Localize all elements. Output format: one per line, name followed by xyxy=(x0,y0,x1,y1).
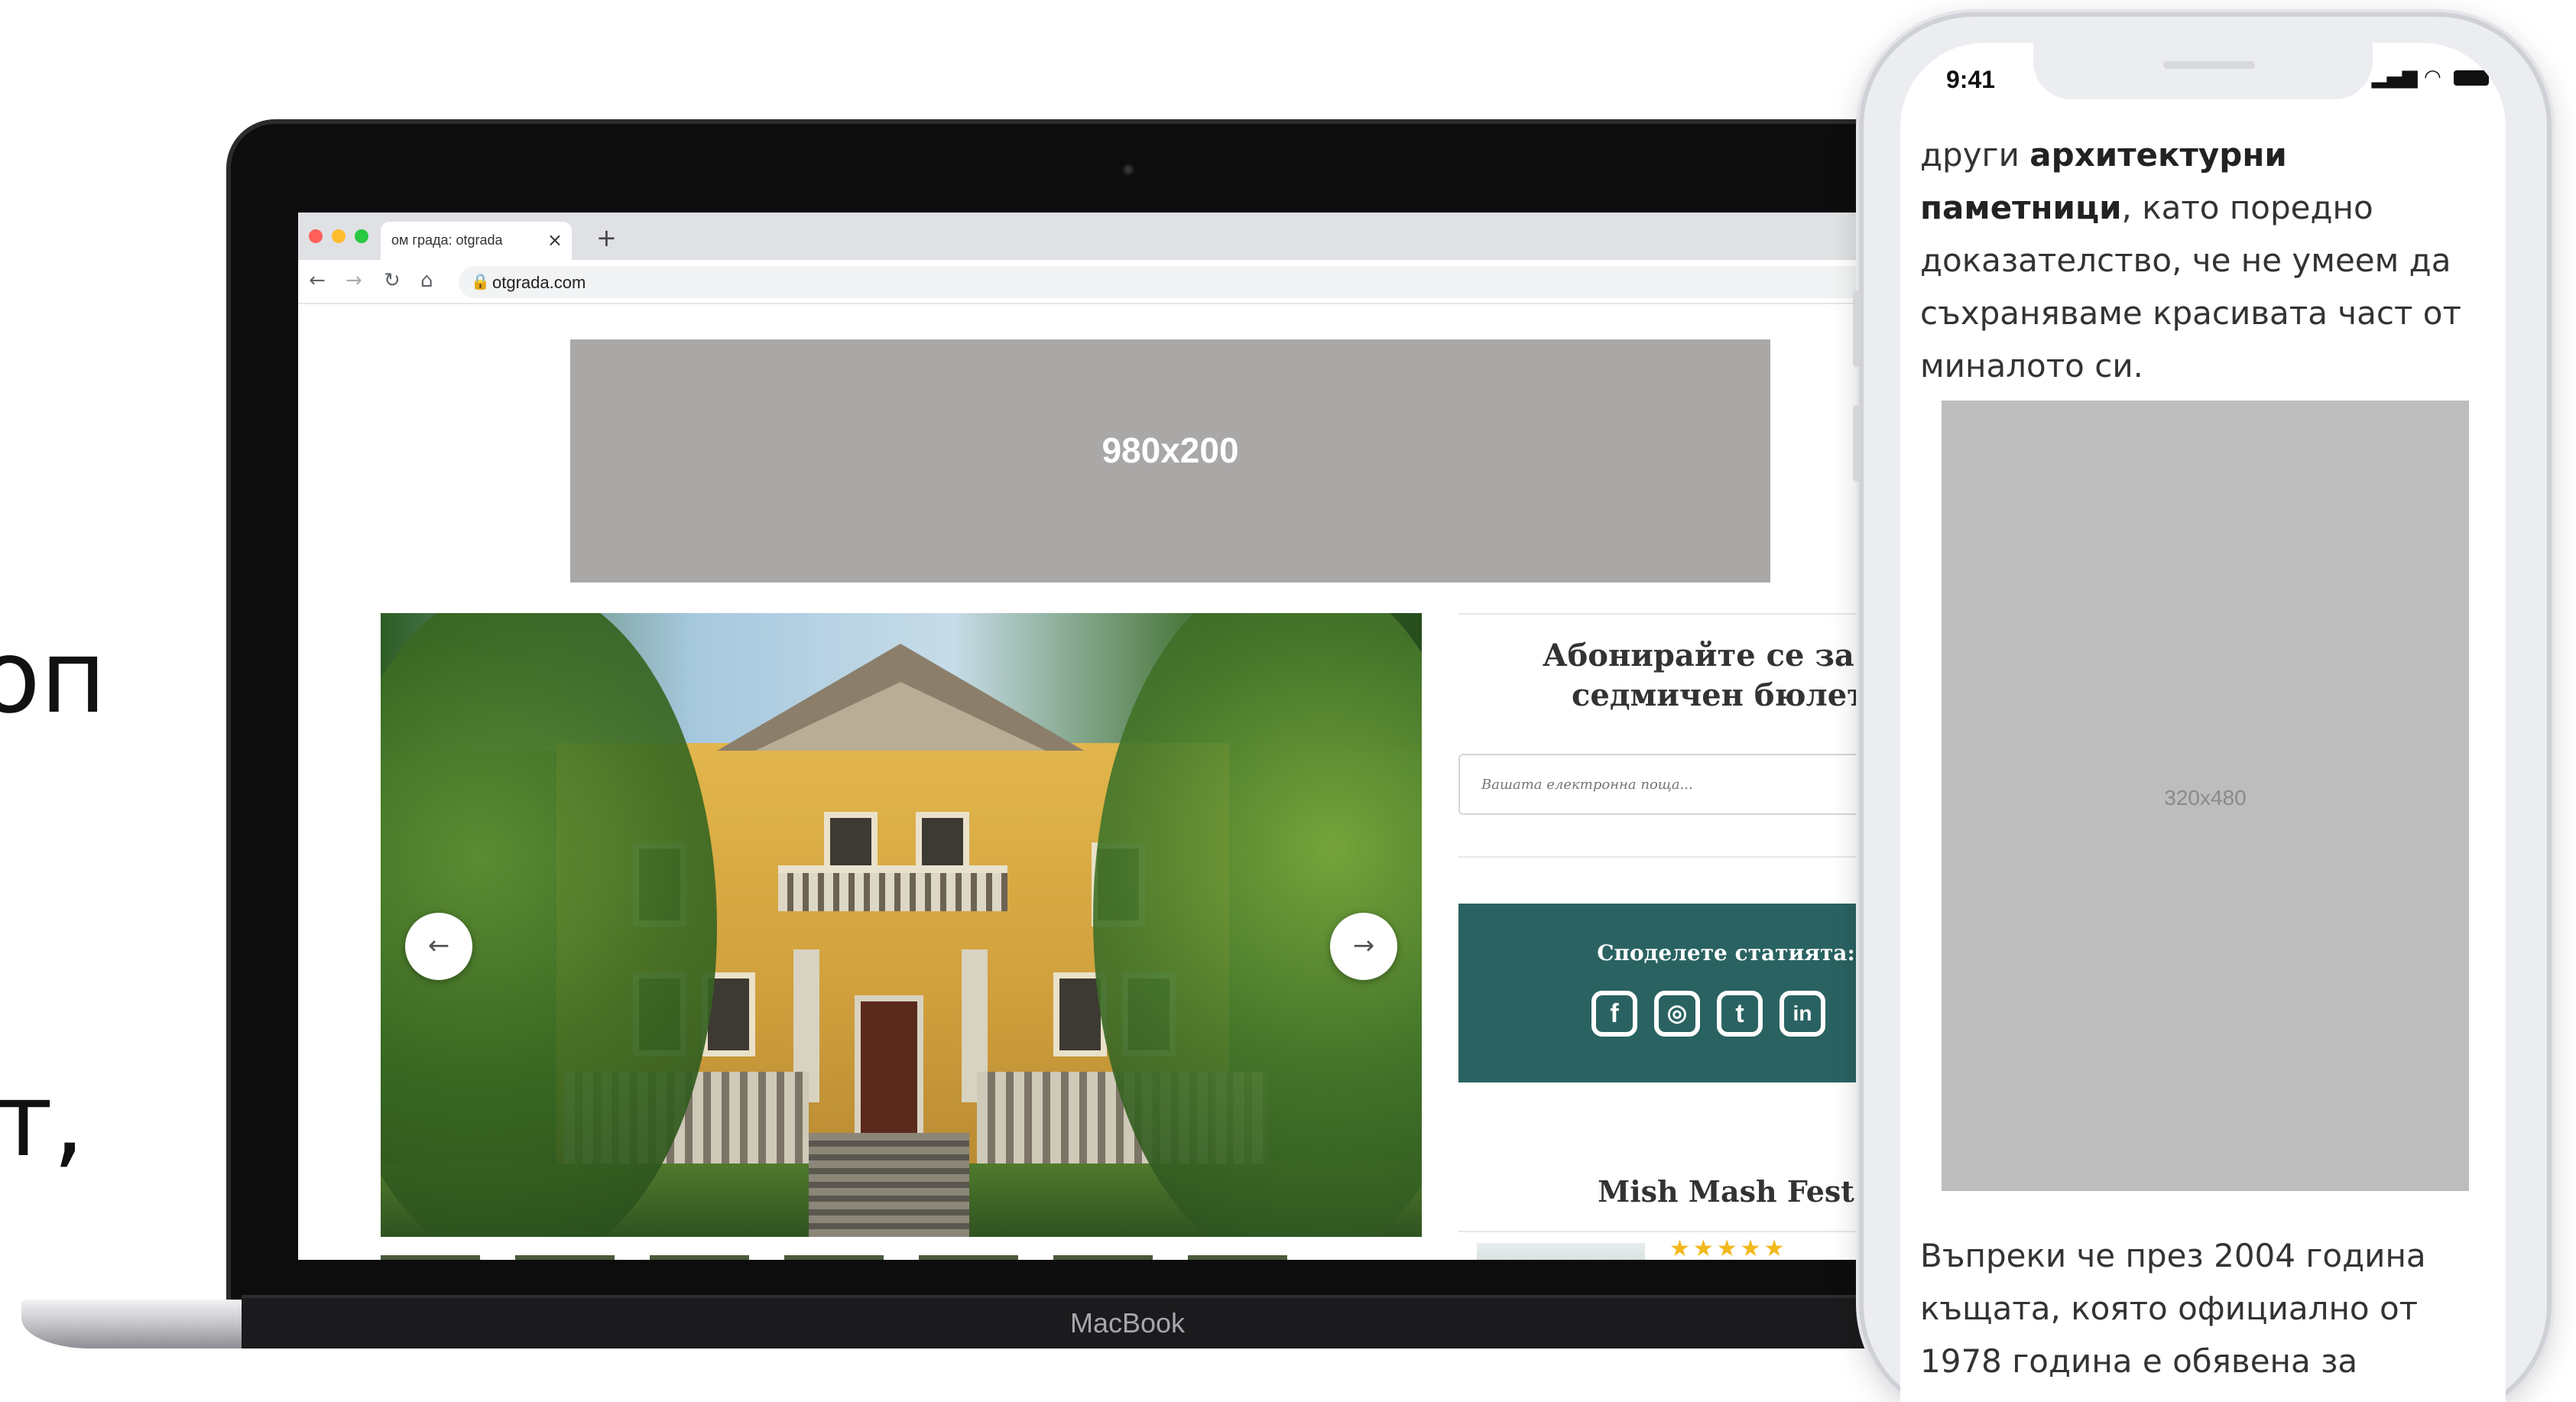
slider-next-button[interactable]: → xyxy=(1330,913,1397,980)
phone-side-button xyxy=(1853,290,1861,367)
url-text[interactable]: otgrada.com xyxy=(492,273,586,293)
house-stairs xyxy=(809,1133,969,1237)
tab-title: ом града: otgrada xyxy=(391,232,503,248)
camera-icon xyxy=(1122,164,1134,176)
slider-prev-button[interactable]: ← xyxy=(405,913,472,980)
status-bar-icons: ▂▄▆ ◠ xyxy=(2372,66,2489,89)
close-icon[interactable]: × xyxy=(547,229,563,251)
slider-thumbnail[interactable] xyxy=(919,1255,1018,1260)
article-text-bottom: Въпреки че през 2004 година къщата, коят… xyxy=(1920,1237,2426,1402)
close-window-button[interactable] xyxy=(309,229,323,243)
minimize-window-button[interactable] xyxy=(332,229,346,243)
instagram-icon[interactable]: ◎ xyxy=(1654,991,1700,1037)
house-balcony xyxy=(778,865,1007,911)
wifi-icon: ◠ xyxy=(2424,66,2441,89)
browser-toolbar: ← → ↻ ⌂ 🔒 otgrada.com xyxy=(298,260,1942,304)
home-icon[interactable]: ⌂ xyxy=(420,269,433,292)
facebook-icon[interactable]: f xyxy=(1591,991,1637,1037)
star-rating: ★★★★★ xyxy=(1669,1235,1788,1260)
slider-thumbnail[interactable] xyxy=(381,1255,480,1260)
back-arrow-icon[interactable]: ← xyxy=(309,269,326,292)
browser-tab[interactable]: ом града: otgrada × xyxy=(381,222,572,260)
image-slider[interactable]: ← → xyxy=(381,613,1422,1237)
edge-text-line1: оп xyxy=(0,618,107,736)
slider-thumbnail[interactable] xyxy=(784,1255,884,1260)
signal-icon: ▂▄▆ xyxy=(2371,66,2418,89)
linkedin-icon[interactable]: in xyxy=(1780,991,1825,1037)
slider-thumbnail[interactable] xyxy=(515,1255,615,1260)
status-bar-time: 9:41 xyxy=(1946,66,1996,93)
house-pediment xyxy=(755,682,1046,751)
phone-side-button xyxy=(1853,405,1861,482)
browser-tab-bar: ом града: otgrada × + xyxy=(298,213,1942,260)
twitter-icon[interactable]: t xyxy=(1717,991,1763,1037)
phone-screen: 9:41 ▂▄▆ ◠ други архитектурни паметници,… xyxy=(1900,43,2506,1402)
macbook-brand-label: MacBook xyxy=(1069,1307,1186,1339)
lock-icon: 🔒 xyxy=(471,272,490,290)
slider-thumbnails xyxy=(381,1255,1422,1260)
address-bar[interactable]: 🔒 otgrada.com xyxy=(459,266,1911,298)
banner-ad[interactable]: 980x200 xyxy=(570,339,1770,583)
phone-ad[interactable]: 320x480 xyxy=(1942,401,2469,1191)
slider-thumbnail[interactable] xyxy=(1053,1255,1153,1260)
phone-notch xyxy=(2033,43,2373,99)
reload-icon[interactable]: ↻ xyxy=(384,269,401,292)
speaker-grill xyxy=(2163,61,2255,69)
maximize-window-button[interactable] xyxy=(355,229,368,243)
slider-thumbnail[interactable] xyxy=(1188,1255,1287,1260)
phone-ad-label: 320x480 xyxy=(2164,786,2247,810)
article-text-top: други архитектурни паметници, като поред… xyxy=(1920,136,2461,385)
edge-text-line2: т, xyxy=(0,1062,85,1180)
banner-ad-label: 980x200 xyxy=(1101,430,1239,470)
house-door xyxy=(855,995,923,1148)
battery-icon xyxy=(2454,70,2489,86)
laptop-screen: ом града: otgrada × + ← → ↻ ⌂ 🔒 otgrada.… xyxy=(298,213,1942,1260)
slider-thumbnail[interactable] xyxy=(650,1255,749,1260)
new-tab-button[interactable]: + xyxy=(596,223,617,252)
widget-thumbnail xyxy=(1477,1243,1645,1260)
forward-arrow-icon[interactable]: → xyxy=(346,269,362,292)
